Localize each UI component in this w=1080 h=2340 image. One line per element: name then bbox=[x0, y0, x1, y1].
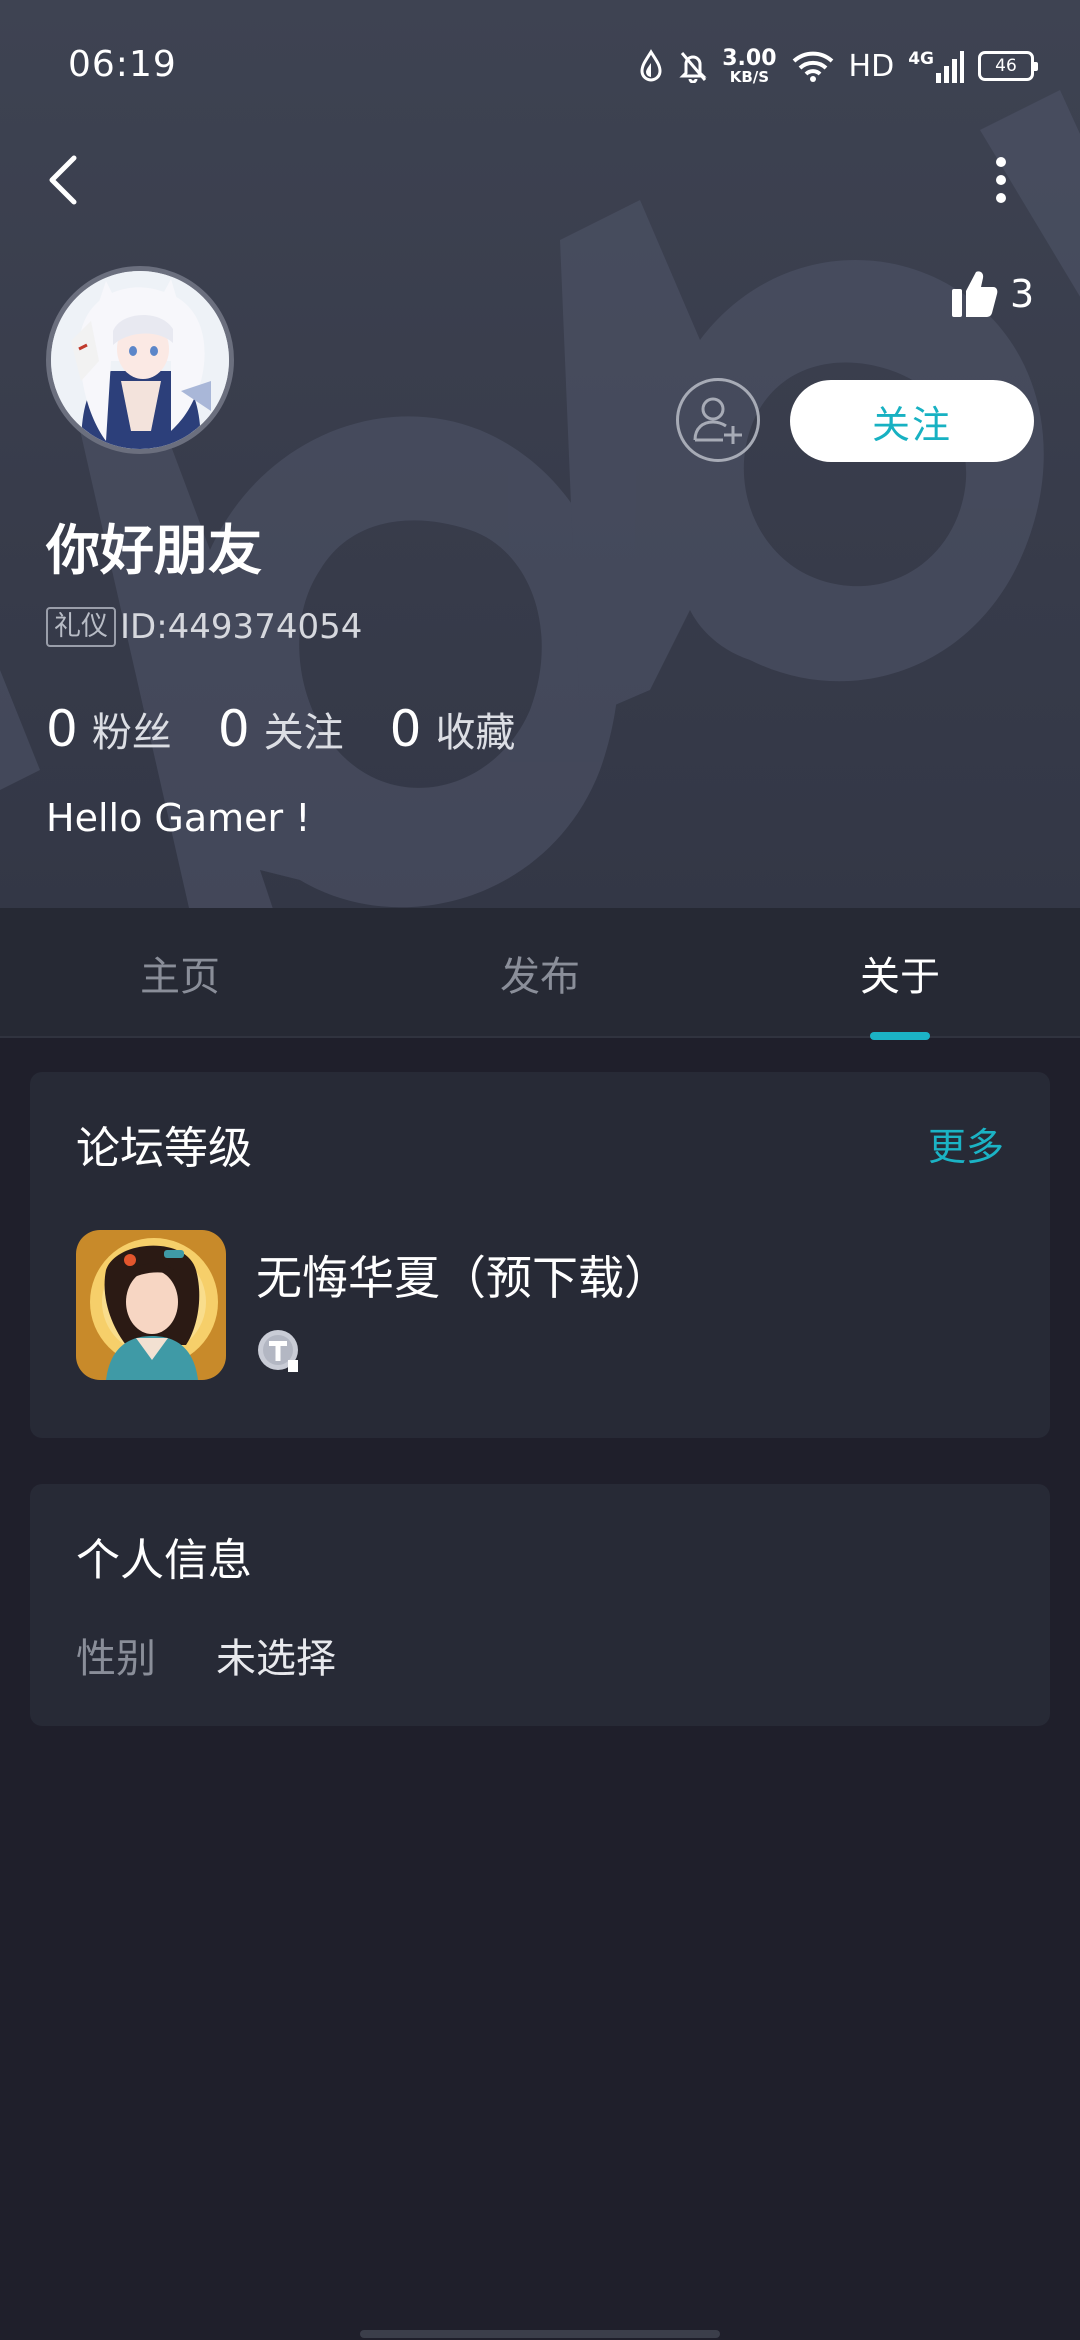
id-tag: 礼仪 bbox=[46, 607, 116, 647]
back-button[interactable] bbox=[40, 150, 90, 210]
game-name[interactable]: 无悔华夏（预下载） bbox=[256, 1242, 670, 1308]
stat-label: 关注 bbox=[263, 710, 344, 756]
network-speed-unit: KB/S bbox=[729, 67, 770, 86]
add-user-icon bbox=[693, 397, 742, 444]
tab-bar: 主页 发布 关于 bbox=[0, 908, 1080, 1038]
network-type: 4G bbox=[908, 49, 934, 69]
cellular-signal: 4G bbox=[908, 49, 964, 83]
avatar[interactable] bbox=[46, 266, 234, 454]
stats-row: 0 粉丝 0 关注 0 收藏 bbox=[46, 700, 561, 758]
home-indicator[interactable] bbox=[360, 2330, 720, 2338]
avatar-image bbox=[51, 271, 229, 449]
data-saver-icon bbox=[640, 49, 662, 82]
active-tab-indicator bbox=[870, 1032, 930, 1040]
profile-header: 06:19 3.00 KB/S HD 4G 46 3 关注 你好朋友 礼仪 ID… bbox=[0, 0, 1080, 908]
tab-about[interactable]: 关于 bbox=[720, 908, 1080, 1038]
stat-label: 粉丝 bbox=[91, 710, 172, 756]
gender-value: 未选择 bbox=[216, 1636, 336, 1682]
stat-followers[interactable]: 0 粉丝 bbox=[46, 700, 172, 758]
personal-info-card: 个人信息 性别 未选择 bbox=[30, 1484, 1050, 1726]
network-speed: 3.00 KB/S bbox=[722, 45, 777, 86]
tab-home[interactable]: 主页 bbox=[0, 908, 360, 1038]
like-count: 3 bbox=[1010, 272, 1035, 316]
game-artwork bbox=[76, 1230, 226, 1380]
forum-level-title: 论坛等级 bbox=[76, 1123, 252, 1174]
stat-favorites[interactable]: 0 收藏 bbox=[390, 700, 516, 758]
more-link[interactable]: 更多 bbox=[928, 1116, 1004, 1171]
status-time: 06:19 bbox=[68, 44, 177, 85]
network-speed-value: 3.00 bbox=[722, 45, 777, 71]
likes[interactable]: 3 bbox=[950, 266, 1034, 322]
forum-level-card: 论坛等级 更多 无悔华夏（预下载） bbox=[30, 1072, 1050, 1438]
hd-indicator: HD bbox=[848, 48, 895, 84]
stat-label: 收藏 bbox=[435, 710, 516, 756]
user-id-row: 礼仪 ID:449374054 bbox=[46, 606, 362, 648]
wifi-icon bbox=[792, 51, 833, 82]
stat-value: 0 bbox=[217, 700, 250, 758]
gender-label: 性别 bbox=[76, 1636, 156, 1682]
thumbs-up-icon bbox=[952, 271, 998, 317]
stat-value: 0 bbox=[46, 700, 78, 758]
more-options-button[interactable] bbox=[986, 150, 1016, 210]
gender-row: 性别 未选择 bbox=[76, 1626, 336, 1684]
tab-posts[interactable]: 发布 bbox=[360, 908, 720, 1038]
status-icons: 3.00 KB/S HD 4G 46 bbox=[638, 42, 1038, 90]
signal-bars-icon bbox=[936, 51, 964, 83]
bio: Hello Gamer ! bbox=[46, 796, 311, 840]
stat-value: 0 bbox=[389, 700, 422, 758]
level-badge-icon bbox=[258, 1330, 298, 1372]
user-id: ID:449374054 bbox=[120, 607, 363, 647]
stat-following[interactable]: 0 关注 bbox=[218, 700, 344, 758]
follow-button[interactable]: 关注 bbox=[790, 380, 1034, 462]
battery-indicator: 46 bbox=[978, 51, 1038, 81]
bell-muted-icon bbox=[679, 52, 707, 83]
status-bar: 06:19 3.00 KB/S HD 4G 46 bbox=[0, 0, 1080, 130]
game-icon[interactable] bbox=[76, 1230, 226, 1380]
battery-level: 46 bbox=[995, 56, 1017, 76]
username: 你好朋友 bbox=[46, 519, 262, 582]
personal-info-title: 个人信息 bbox=[76, 1535, 252, 1586]
add-friend-button[interactable] bbox=[676, 378, 760, 462]
